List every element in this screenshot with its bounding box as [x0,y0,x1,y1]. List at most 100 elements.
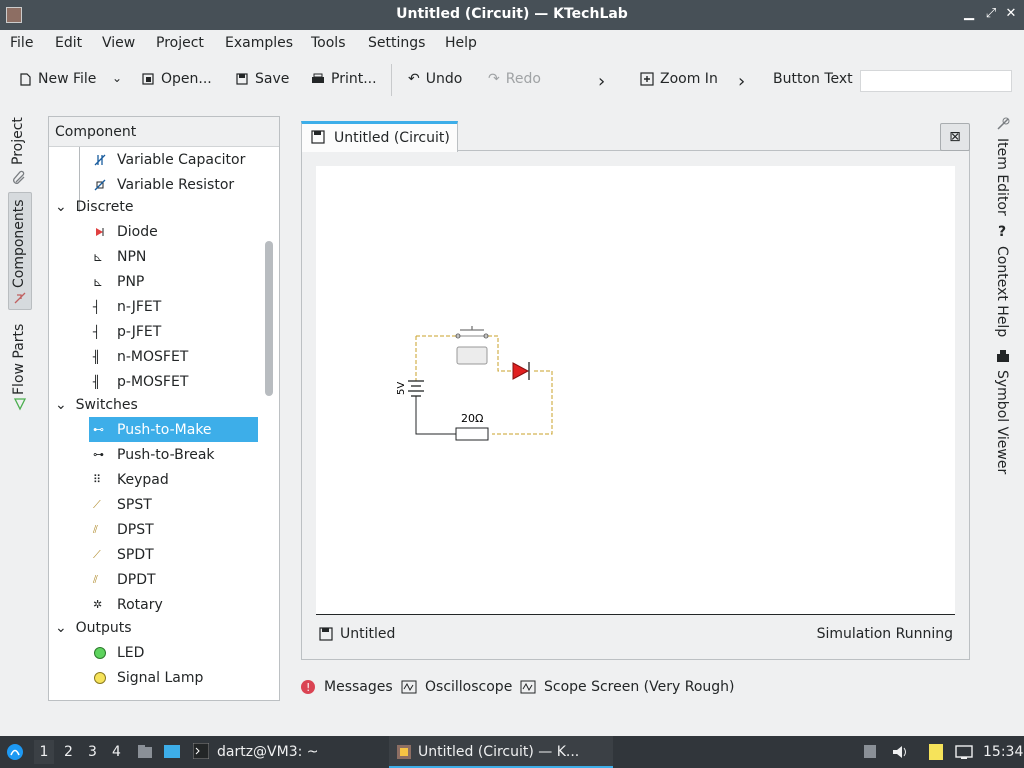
menu-settings[interactable]: Settings [368,35,425,51]
redo-label: Redo [505,71,541,87]
components-icon [14,292,26,304]
workspace-4[interactable]: 4 [112,744,121,760]
tab-scope-screen[interactable]: Scope Screen (Very Rough) [520,679,735,695]
zoom-in-icon [640,72,654,86]
notes-icon[interactable] [927,742,945,762]
save-icon [319,627,333,641]
tab-project[interactable]: Project [10,115,26,165]
list-item[interactable]: Diode [93,219,158,244]
wire[interactable] [415,396,456,435]
spst-icon: ⟋ [93,497,101,511]
tab-flow-parts[interactable]: Flow Parts [11,320,27,395]
canvas-divider [316,614,955,615]
list-item[interactable]: LED [93,640,144,665]
application-launcher-icon[interactable] [6,743,24,761]
list-item[interactable]: ╢ p-MOSFET [93,369,188,394]
network-icon[interactable] [955,743,973,761]
list-item[interactable]: ⊶ Push-to-Break [93,442,215,467]
list-item[interactable]: ⫽ DPDT [93,567,156,592]
circuit-canvas[interactable]: 5V 20Ω [316,166,955,615]
list-item[interactable]: ⫽ DPST [93,517,154,542]
chevron-down-icon: ⌄ [112,71,123,85]
taskbar: 1 2 3 4 dartz@VM3: ~ Untitled (Circuit) … [0,736,1024,768]
menu-tools[interactable]: Tools [311,35,346,51]
category-discrete[interactable]: ⌄ Discrete [55,199,133,215]
signal-lamp-icon [94,671,106,684]
menu-examples[interactable]: Examples [225,35,293,51]
volume-icon[interactable] [891,743,909,761]
list-item[interactable]: ┤ p-JFET [93,319,161,344]
list-item[interactable]: ✲ Rotary [93,592,163,617]
item-label: n-MOSFET [117,348,189,365]
toolbar-text-input[interactable] [860,70,1012,92]
category-switches[interactable]: ⌄ Switches [55,397,138,413]
desktop-icon[interactable] [163,743,181,761]
diode-symbol[interactable] [512,362,530,380]
wire[interactable] [492,370,553,435]
print-button[interactable]: Print... [311,71,377,87]
tab-oscilloscope[interactable]: Oscilloscope [401,679,512,695]
list-item[interactable]: Variable Resistor [93,172,234,197]
open-icon [142,73,154,85]
toolbar-overflow-button-2[interactable]: › [738,71,745,92]
menu-file[interactable]: File [10,35,33,51]
component-panel-scrollbar[interactable] [265,241,273,396]
workspace-2[interactable]: 2 [64,744,73,760]
close-icon[interactable]: ✕ [1004,7,1018,21]
menu-view[interactable]: View [102,35,135,51]
tab-symbol-viewer[interactable]: Symbol Viewer [994,370,1010,474]
item-label: PNP [117,273,145,290]
ktechlab-icon [397,745,411,759]
menu-help[interactable]: Help [445,35,477,51]
list-item[interactable]: ⟋ SPDT [93,542,154,567]
wire[interactable] [488,335,511,372]
workspace-3[interactable]: 3 [88,744,97,760]
open-label: Open... [161,71,212,87]
list-item[interactable]: ⊾ PNP [93,269,144,294]
toolbar-overflow-button[interactable]: › [598,71,605,92]
minimize-icon[interactable]: ▁ [962,7,976,21]
list-item[interactable]: ⊾ NPN [93,244,146,269]
item-label: SPDT [117,546,154,563]
workspace-1[interactable]: 1 [34,740,54,764]
dpst-icon: ⫽ [93,522,98,536]
file-manager-icon[interactable] [136,743,154,761]
tab-item-editor[interactable]: Item Editor [994,138,1010,216]
resistor-symbol[interactable] [455,427,489,441]
clock[interactable]: 15:34 [983,744,1023,760]
n-jfet-icon: ┤ [93,299,101,314]
save-button[interactable]: Save [235,71,289,87]
save-icon [311,130,325,144]
tab-components[interactable]: Components [11,198,27,288]
new-file-button[interactable]: New File [18,71,96,87]
list-item[interactable]: Variable Capacitor [93,147,245,172]
menu-edit[interactable]: Edit [55,35,82,51]
diode-icon [96,227,104,236]
new-file-dropdown[interactable]: ⌄ [112,71,122,85]
undo-button[interactable]: ↶ Undo [408,71,462,87]
zoom-in-button[interactable]: Zoom In [640,71,718,87]
close-document-button[interactable]: ⊠ [940,123,970,151]
list-item[interactable]: ╢ n-MOSFET [93,344,188,369]
list-item[interactable]: Signal Lamp [93,665,203,690]
list-item[interactable]: ┤ n-JFET [93,294,161,319]
category-outputs[interactable]: ⌄ Outputs [55,620,132,636]
pnp-icon: ⊾ [93,274,104,289]
clipboard-icon[interactable] [862,743,878,759]
taskbar-terminal[interactable]: dartz@VM3: ~ [217,744,319,760]
tab-label: Messages [324,679,393,695]
push-button[interactable] [456,346,488,365]
tab-messages[interactable]: ! Messages [300,679,393,695]
list-item[interactable]: ⟋ SPST [93,492,152,517]
push-to-break-icon: ⊶ [93,447,104,461]
resistor-label: 20Ω [461,412,483,425]
item-label: Diode [117,223,158,240]
tab-context-help[interactable]: Context Help [994,246,1010,337]
list-item[interactable]: ⠿ Keypad [93,467,169,492]
redo-button[interactable]: ↷ Redo [488,71,541,87]
menu-project[interactable]: Project [156,35,204,51]
list-item-selected[interactable]: ⊷ Push-to-Make [89,417,258,442]
tab-untitled-circuit[interactable]: Untitled (Circuit) [301,121,458,152]
open-button[interactable]: Open... [141,71,212,87]
restore-icon[interactable]: ⤢ [984,7,998,21]
